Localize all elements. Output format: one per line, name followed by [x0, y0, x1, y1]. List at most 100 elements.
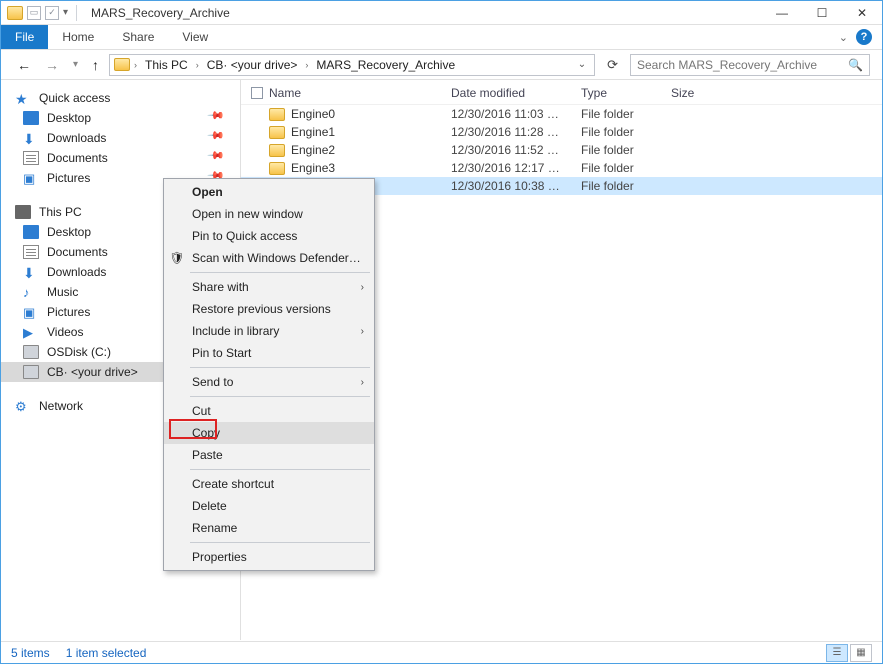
chevron-right-icon: › [361, 377, 364, 388]
share-tab[interactable]: Share [108, 25, 168, 49]
label: Network [39, 399, 83, 413]
breadcrumb-segment[interactable]: CB· <your drive> [203, 58, 302, 72]
home-tab[interactable]: Home [48, 25, 108, 49]
breadcrumb-segment[interactable]: This PC [141, 58, 192, 72]
context-menu-item[interactable]: Share with› [164, 276, 374, 298]
chevron-right-icon[interactable]: › [194, 60, 201, 70]
context-menu-separator [190, 396, 370, 397]
file-date: 12/30/2016 12:17 … [451, 161, 581, 175]
file-date: 12/30/2016 10:38 … [451, 179, 581, 193]
context-menu-separator [190, 469, 370, 470]
select-all-checkbox[interactable] [251, 87, 263, 99]
context-menu-item[interactable]: Pin to Quick access [164, 225, 374, 247]
sidebar-item-desktop[interactable]: Desktop📌 [1, 108, 240, 128]
context-menu-item[interactable]: Open [164, 181, 374, 203]
qat-dropdown-icon[interactable]: ▾ [63, 7, 68, 18]
context-menu-separator [190, 272, 370, 273]
folder-icon [7, 6, 23, 20]
quick-access-header[interactable]: ★ Quick access [1, 88, 240, 108]
minimize-button[interactable]: — [762, 1, 802, 25]
context-menu-item[interactable]: 🛡 Scan with Windows Defender… [164, 247, 374, 269]
qat-properties-icon[interactable]: ▭ [27, 6, 41, 20]
search-input[interactable] [637, 58, 848, 72]
view-tab[interactable]: View [168, 25, 222, 49]
context-menu-item[interactable]: Restore previous versions [164, 298, 374, 320]
context-menu-label: Cut [192, 404, 211, 418]
context-menu-item[interactable]: Include in library› [164, 320, 374, 342]
status-selected-count: 1 item selected [66, 646, 147, 660]
file-type: File folder [581, 179, 671, 193]
window-buttons: — ☐ ✕ [762, 1, 882, 25]
ribbon-expand-icon[interactable]: ⌄ [839, 31, 848, 44]
context-menu-item[interactable]: Properties [164, 546, 374, 568]
column-headers: Name Date modified Type Size [241, 80, 882, 105]
label: OSDisk (C:) [47, 345, 111, 359]
pictures-icon: ▣ [23, 171, 39, 185]
context-menu-item[interactable]: Pin to Start [164, 342, 374, 364]
breadcrumb-segment[interactable]: MARS_Recovery_Archive [312, 58, 459, 72]
shield-icon: 🛡 [169, 250, 185, 266]
context-menu-item[interactable]: Copy [164, 422, 374, 444]
file-row[interactable]: Engine212/30/2016 11:52 …File folder [241, 141, 882, 159]
label: Videos [47, 325, 83, 339]
search-icon[interactable]: 🔍 [848, 58, 863, 72]
context-menu-label: Include in library [192, 324, 279, 338]
chevron-right-icon[interactable]: › [132, 60, 139, 70]
context-menu-item[interactable]: Send to› [164, 371, 374, 393]
sidebar-item-downloads[interactable]: ⬇Downloads📌 [1, 128, 240, 148]
label: Pictures [47, 305, 90, 319]
forward-button[interactable]: → [41, 57, 63, 73]
column-type[interactable]: Type [581, 86, 671, 100]
breadcrumb-dropdown-icon[interactable]: ⌄ [574, 59, 590, 70]
search-box[interactable]: 🔍 [630, 54, 870, 76]
context-menu-item[interactable]: Delete [164, 495, 374, 517]
context-menu-label: Delete [192, 499, 227, 513]
icons-view-button[interactable]: ▦ [850, 644, 872, 662]
context-menu-item[interactable]: Rename [164, 517, 374, 539]
help-icon[interactable]: ? [856, 29, 872, 45]
context-menu-label: Pin to Start [192, 346, 251, 360]
file-tab[interactable]: File [1, 25, 48, 49]
context-menu-label: Create shortcut [192, 477, 274, 491]
star-icon: ★ [15, 91, 31, 105]
context-menu-label: Restore previous versions [192, 302, 331, 316]
context-menu-item[interactable]: Open in new window [164, 203, 374, 225]
pin-icon: 📌 [207, 106, 232, 131]
downloads-icon: ⬇ [23, 265, 39, 279]
context-menu: Open Open in new window Pin to Quick acces… [163, 178, 375, 571]
column-size[interactable]: Size [671, 86, 731, 100]
file-row[interactable]: Engine012/30/2016 11:03 …File folder [241, 105, 882, 123]
file-row[interactable]: Engine312/30/2016 12:17 …File folder [241, 159, 882, 177]
label: Documents [47, 151, 108, 165]
context-menu-label: Scan with Windows Defender… [192, 251, 361, 265]
context-menu-label: Open in new window [192, 207, 303, 221]
context-menu-item[interactable]: Paste [164, 444, 374, 466]
context-menu-label: Rename [192, 521, 237, 535]
breadcrumb[interactable]: › This PC › CB· <your drive> › MARS_Reco… [109, 54, 595, 76]
qat-new-folder-icon[interactable]: ✓ [45, 6, 59, 20]
column-date[interactable]: Date modified [451, 86, 581, 100]
context-menu-item[interactable]: Create shortcut [164, 473, 374, 495]
address-bar: ← → ▾ ↑ › This PC › CB· <your drive> › M… [1, 50, 882, 80]
recent-dropdown-icon[interactable]: ▾ [69, 59, 82, 70]
refresh-button[interactable]: ⟳ [601, 57, 624, 73]
file-type: File folder [581, 161, 671, 175]
maximize-button[interactable]: ☐ [802, 1, 842, 25]
file-row[interactable]: Engine112/30/2016 11:28 …File folder [241, 123, 882, 141]
file-date: 12/30/2016 11:52 … [451, 143, 581, 157]
ribbon-tabs: File Home Share View ⌄ ? [1, 25, 882, 50]
videos-icon: ▶ [23, 325, 39, 339]
back-button[interactable]: ← [13, 57, 35, 73]
chevron-right-icon[interactable]: › [303, 60, 310, 70]
disk-icon [23, 345, 39, 359]
up-button[interactable]: ↑ [88, 57, 103, 73]
label: Desktop [47, 225, 91, 239]
label: This PC [39, 205, 82, 219]
folder-icon [269, 162, 285, 175]
column-name[interactable]: Name [269, 86, 301, 100]
context-menu-item[interactable]: Cut [164, 400, 374, 422]
details-view-button[interactable]: ☰ [826, 644, 848, 662]
close-button[interactable]: ✕ [842, 1, 882, 25]
desktop-icon [23, 225, 39, 239]
sidebar-item-documents[interactable]: Documents📌 [1, 148, 240, 168]
